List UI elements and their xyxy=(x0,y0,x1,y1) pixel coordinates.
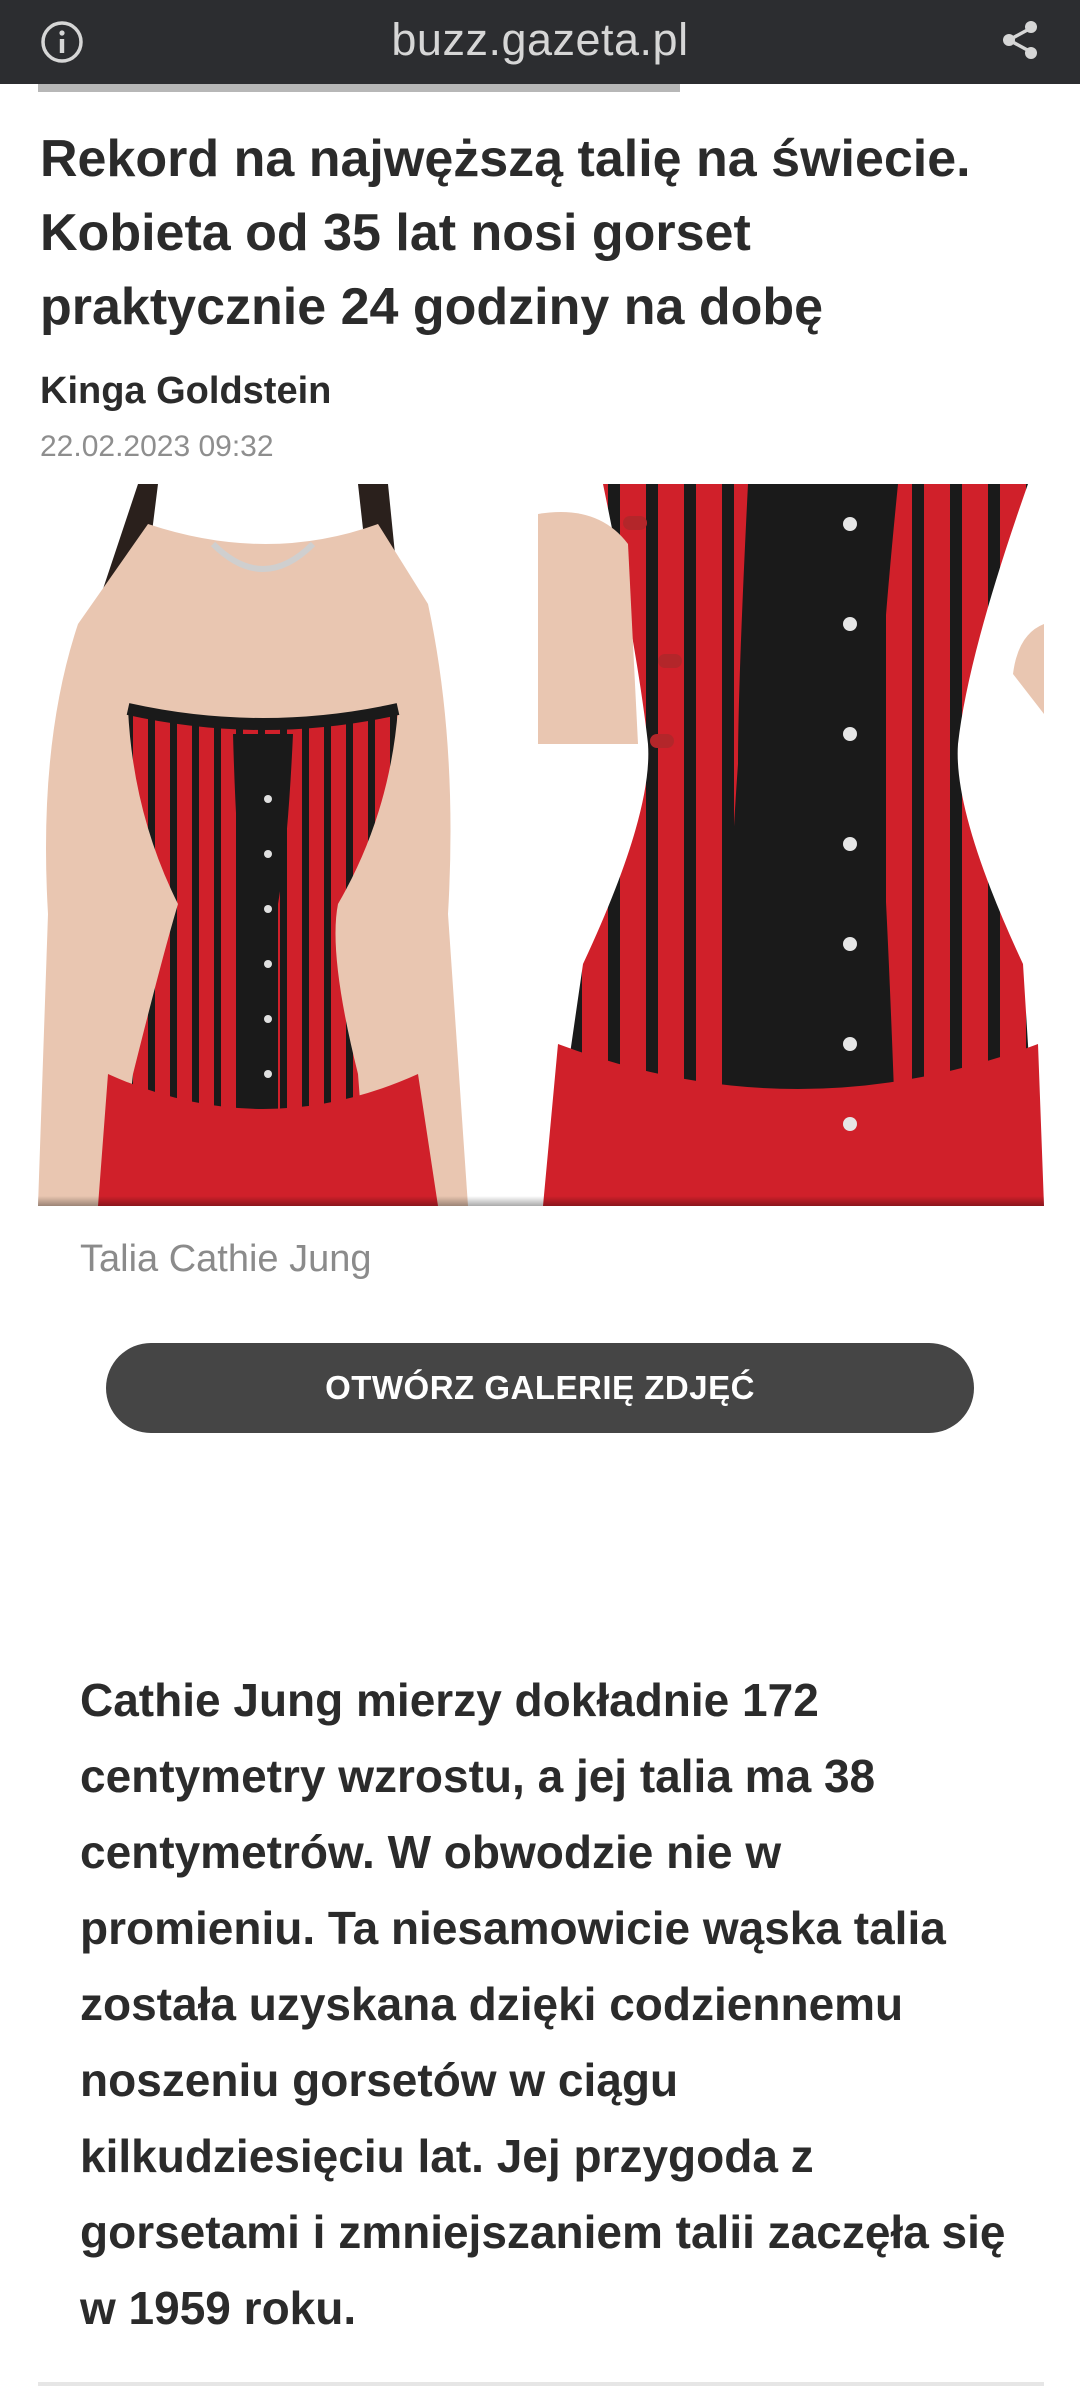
article-date: 22.02.2023 09:32 xyxy=(40,430,274,463)
article-author[interactable]: Kinga Goldstein xyxy=(40,370,331,413)
share-icon[interactable] xyxy=(998,18,1042,62)
open-gallery-button[interactable]: OTWÓRZ GALERIĘ ZDJĘĆ xyxy=(106,1343,974,1433)
divider xyxy=(38,2382,1044,2386)
article-lead-paragraph: Cathie Jung mierzy dokładnie 172 centyme… xyxy=(80,1674,1006,2334)
photo-left-panel xyxy=(38,484,536,1206)
browser-top-bar: buzz.gazeta.pl xyxy=(0,0,1080,84)
article-title: Rekord na najwęższą talię na świecie. Ko… xyxy=(40,130,971,336)
image-caption: Talia Cathie Jung xyxy=(80,1238,372,1280)
article-photo[interactable] xyxy=(38,484,1044,1206)
page-load-progress-bar xyxy=(38,84,680,92)
photo-right-panel xyxy=(536,484,1044,1206)
url-text[interactable]: buzz.gazeta.pl xyxy=(0,14,1080,66)
photo-bottom-shadow xyxy=(38,1196,1044,1206)
